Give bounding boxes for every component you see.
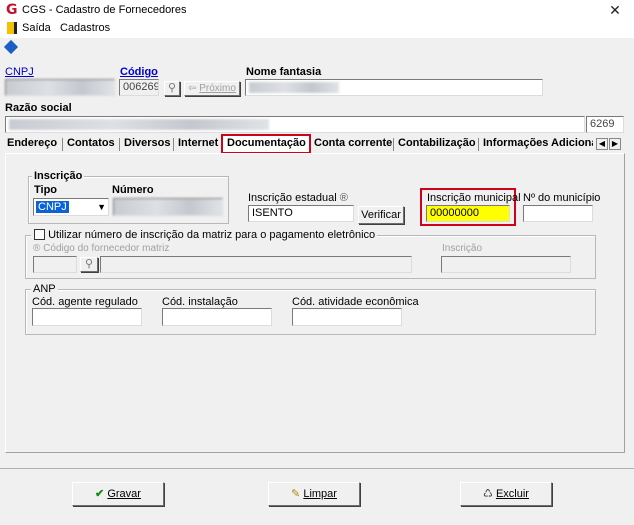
matriz-checkbox-label: Utilizar número de inscrição da matriz p…	[48, 229, 376, 241]
tab-separator	[62, 138, 63, 151]
anp-group-title: ANP	[31, 283, 58, 295]
instalacao-field[interactable]	[162, 308, 272, 326]
corporate-code-field: 6269	[586, 116, 624, 133]
agente-field[interactable]	[32, 308, 142, 326]
codigo-matriz-label: ® Código do fornecedor matriz	[33, 243, 170, 254]
next-button-label: Próximo	[199, 83, 236, 94]
inscricao-label: Inscrição	[442, 243, 483, 254]
matriz-checkbox[interactable]	[34, 229, 45, 240]
numero-label: Número	[112, 184, 154, 196]
eraser-icon: ✎	[291, 488, 301, 500]
menu-exit[interactable]: Saída	[22, 22, 51, 34]
tab-scroll-left-icon[interactable]: ◀	[596, 138, 608, 150]
save-button-label: Gravar	[107, 488, 141, 500]
tipo-label: Tipo	[34, 184, 58, 196]
inscricao-estadual-field[interactable]: ISENTO	[248, 205, 354, 222]
clear-button-label: Limpar	[303, 488, 337, 500]
tab-diversos[interactable]: Diversos	[124, 137, 170, 149]
exit-door-icon	[7, 22, 17, 34]
save-button[interactable]: ✔ Gravar	[72, 482, 164, 506]
tab-documentacao[interactable]: Documentação	[227, 137, 306, 149]
codigo-matriz-field[interactable]	[33, 256, 77, 273]
tab-separator	[478, 138, 479, 151]
redacted-text	[9, 119, 269, 130]
tipo-select-value: CNPJ	[36, 201, 69, 213]
inscricao-matriz-field[interactable]	[441, 256, 571, 273]
binoculars-search-icon[interactable]: ⚲	[80, 257, 98, 272]
window-title: CGS - Cadastro de Fornecedores	[22, 4, 187, 16]
cnpj-field[interactable]	[5, 79, 115, 96]
numero-field[interactable]	[113, 198, 223, 216]
trash-icon: ♺	[483, 488, 493, 500]
delete-button-label: Excluir	[495, 488, 529, 500]
nro-municipio-field[interactable]	[523, 205, 593, 222]
binoculars-search-icon[interactable]: ⚲	[164, 81, 180, 96]
tab-internet[interactable]: Internet	[178, 137, 218, 149]
tab-informacoes-adicionais[interactable]: Informações Adiciona	[483, 137, 593, 149]
redacted-text	[249, 82, 339, 93]
cnpj-link[interactable]: CNPJ	[5, 66, 34, 78]
verificar-button[interactable]: Verificar	[358, 206, 404, 224]
corporate-name-label: Razão social	[5, 102, 72, 114]
tab-scroll-right-icon[interactable]: ▶	[609, 138, 621, 150]
tipo-select[interactable]: CNPJ ▼	[33, 198, 109, 216]
inscricao-municipal-field[interactable]: 00000000	[426, 205, 510, 222]
atividade-label: Cód. atividade econômica	[292, 296, 419, 308]
star-icon: ®	[33, 243, 44, 254]
footer-divider	[0, 468, 634, 469]
trade-name-label: Nome fantasia	[246, 66, 322, 78]
matriz-checkbox-row[interactable]: Utilizar número de inscrição da matriz p…	[31, 229, 378, 241]
code-link[interactable]: Código	[120, 66, 158, 78]
checkmark-icon: ✔	[95, 488, 105, 500]
clear-button[interactable]: ✎ Limpar	[268, 482, 360, 506]
tab-endereco[interactable]: Endereço	[7, 137, 57, 149]
close-icon[interactable]: ✕	[600, 0, 630, 20]
nro-municipio-label: Nº do município	[523, 192, 601, 204]
tab-contabilizacao[interactable]: Contabilização	[398, 137, 476, 149]
inscricao-estadual-label: Inscrição estadual ®	[248, 192, 348, 204]
atividade-field[interactable]	[292, 308, 402, 326]
next-button[interactable]: ⇦ Próximo	[184, 81, 240, 96]
next-arrow-icon: ⇦	[188, 83, 200, 94]
instalacao-label: Cód. instalação	[162, 296, 238, 308]
trade-name-field[interactable]	[245, 79, 543, 96]
chevron-down-icon: ▼	[97, 202, 106, 212]
menu-cadastros[interactable]: Cadastros	[60, 22, 110, 34]
star-icon: ®	[339, 192, 348, 204]
inscricao-municipal-label: Inscrição municipal	[427, 192, 521, 204]
agente-label: Cód. agente regulado	[32, 296, 138, 308]
code-field[interactable]: 006269	[119, 79, 159, 96]
tab-separator	[173, 138, 174, 151]
matriz-name-field[interactable]	[100, 256, 412, 273]
tab-contatos[interactable]: Contatos	[67, 137, 115, 149]
inscricao-group-title: Inscrição	[32, 170, 85, 182]
app-logo-icon: G	[6, 2, 18, 18]
tab-conta-corrente[interactable]: Conta corrente	[314, 137, 392, 149]
tab-separator	[119, 138, 120, 151]
tab-separator	[393, 138, 394, 151]
delete-button[interactable]: ♺ Excluir	[460, 482, 552, 506]
corporate-name-field[interactable]	[5, 116, 585, 133]
